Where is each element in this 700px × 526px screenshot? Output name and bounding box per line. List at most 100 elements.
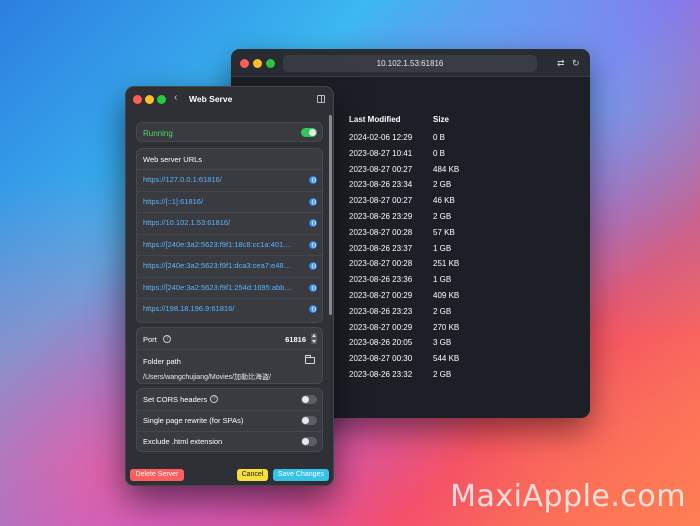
size-cell: 2 GB bbox=[433, 306, 452, 316]
panel-footer: Delete Server Cancel Save Changes bbox=[126, 463, 333, 485]
back-chevron-icon[interactable]: ‹ bbox=[174, 92, 177, 103]
size-cell: 1 GB bbox=[433, 243, 452, 253]
size-cell: 1 GB bbox=[433, 275, 452, 285]
size-cell: 3 GB bbox=[433, 338, 452, 348]
browser-toolbar: 10.102.1.53:61816 ⇄ ↻ bbox=[231, 49, 590, 77]
choose-folder-icon[interactable] bbox=[305, 355, 315, 364]
zoom-panel-button[interactable] bbox=[157, 95, 166, 104]
modified-cell: 2023-08-26 20:05 bbox=[349, 338, 413, 348]
url-list-item[interactable]: https://[240e:3a2:5623:f9f1:dca3:cea7:e4… bbox=[137, 255, 322, 276]
option-toggle[interactable] bbox=[301, 395, 317, 404]
close-panel-button[interactable] bbox=[133, 95, 142, 104]
web-serve-panel: ‹ Web Serve Running Web server URLs http… bbox=[125, 86, 334, 486]
size-cell: 46 KB bbox=[433, 196, 455, 206]
url-list-item[interactable]: https://10.102.1.53:61816/ bbox=[137, 212, 322, 233]
size-cell: 270 KB bbox=[433, 322, 460, 332]
running-status-card: Running bbox=[136, 122, 323, 142]
cancel-button[interactable]: Cancel bbox=[237, 469, 268, 481]
url-list-item[interactable]: https://[::1]:61816/ bbox=[137, 190, 322, 212]
folder-path-value: /Users/wangchujiang/Movies/加勒比海盗/ bbox=[143, 374, 271, 381]
modified-cell: 2023-08-27 00:28 bbox=[349, 227, 413, 237]
option-label: Single page rewrite (for SPAs) bbox=[143, 416, 244, 425]
minimize-window-button[interactable] bbox=[253, 59, 262, 68]
minimize-panel-button[interactable] bbox=[145, 95, 154, 104]
web-server-urls-card: Web server URLs https://127.0.0.1:61816/… bbox=[136, 148, 323, 323]
size-cell: 0 B bbox=[433, 148, 446, 158]
size-cell: 57 KB bbox=[433, 227, 455, 237]
size-cell: 484 KB bbox=[433, 164, 460, 174]
server-url-link[interactable]: https://127.0.0.1:61816/ bbox=[143, 175, 307, 184]
sidebar-toggle-icon[interactable] bbox=[317, 95, 325, 103]
column-header-last-modified[interactable]: Last Modified bbox=[349, 115, 401, 124]
server-url-link[interactable]: https://10.102.1.53:61816/ bbox=[143, 218, 307, 227]
modified-cell: 2024-02-06 12:29 bbox=[349, 133, 413, 142]
panel-title: Web Serve bbox=[189, 94, 233, 104]
open-in-browser-icon[interactable] bbox=[309, 305, 317, 313]
option-row: Set CORS headers? bbox=[137, 389, 322, 410]
panel-title-bar: ‹ Web Serve bbox=[126, 87, 333, 111]
modified-cell: 2023-08-27 00:30 bbox=[349, 354, 413, 364]
open-in-browser-icon[interactable] bbox=[309, 262, 317, 270]
modified-cell: 2023-08-26 23:29 bbox=[349, 212, 413, 221]
translate-icon[interactable]: ⇄ bbox=[557, 57, 565, 69]
server-url-link[interactable]: https://[::1]:61816/ bbox=[143, 197, 307, 206]
size-cell: 251 KB bbox=[433, 259, 460, 269]
modified-cell: 2023-08-27 00:29 bbox=[349, 291, 413, 300]
server-url-link[interactable]: https://[240e:3a2:5623:f9f1:18c8:cc1a:40… bbox=[143, 240, 307, 249]
size-cell: 0 B bbox=[433, 133, 446, 142]
size-cell: 2 GB bbox=[433, 212, 452, 221]
zoom-window-button[interactable] bbox=[266, 59, 275, 68]
panel-scrollbar[interactable] bbox=[329, 115, 332, 315]
running-status-label: Running bbox=[143, 129, 173, 138]
site-watermark: MaxiApple.com bbox=[450, 479, 686, 514]
modified-cell: 2023-08-26 23:36 bbox=[349, 275, 413, 285]
running-toggle[interactable] bbox=[301, 128, 317, 137]
port-label: Port bbox=[143, 335, 157, 344]
save-changes-button[interactable]: Save Changes bbox=[273, 469, 329, 481]
modified-cell: 2023-08-26 23:23 bbox=[349, 306, 413, 316]
open-in-browser-icon[interactable] bbox=[309, 219, 317, 227]
column-header-size[interactable]: Size bbox=[433, 115, 449, 124]
reload-icon[interactable]: ↻ bbox=[572, 57, 580, 69]
address-bar[interactable]: 10.102.1.53:61816 bbox=[283, 55, 537, 72]
port-help-icon[interactable]: ? bbox=[163, 335, 171, 343]
delete-server-button[interactable]: Delete Server bbox=[130, 469, 184, 481]
size-cell: 544 KB bbox=[433, 354, 460, 364]
server-url-link[interactable]: https://[240e:3a2:5623:f9f1:254d:1695:ab… bbox=[143, 283, 307, 292]
modified-cell: 2023-08-27 00:29 bbox=[349, 322, 413, 332]
open-in-browser-icon[interactable] bbox=[309, 176, 317, 184]
modified-cell: 2023-08-26 23:37 bbox=[349, 243, 413, 253]
modified-cell: 2023-08-27 10:41 bbox=[349, 148, 413, 158]
cors-help-icon[interactable]: ? bbox=[210, 395, 218, 403]
port-stepper[interactable] bbox=[311, 333, 317, 344]
open-in-browser-icon[interactable] bbox=[309, 197, 317, 206]
server-url-link[interactable]: https://[240e:3a2:5623:f9f1:dca3:cea7:e4… bbox=[143, 261, 307, 270]
modified-cell: 2023-08-26 23:34 bbox=[349, 180, 413, 190]
url-list-item[interactable]: https://[240e:3a2:5623:f9f1:18c8:cc1a:40… bbox=[137, 233, 322, 255]
port-input[interactable]: 61816 bbox=[285, 335, 306, 344]
options-card: Set CORS headers? Single page rewrite (fo… bbox=[136, 388, 323, 452]
size-cell: 409 KB bbox=[433, 291, 460, 300]
url-list-item[interactable]: https://127.0.0.1:61816/ bbox=[137, 169, 322, 190]
size-cell: 2 GB bbox=[433, 180, 452, 190]
option-label: Set CORS headers bbox=[143, 395, 208, 404]
open-in-browser-icon[interactable] bbox=[309, 283, 317, 292]
url-list-item[interactable]: https://[240e:3a2:5623:f9f1:254d:1695:ab… bbox=[137, 276, 322, 298]
port-folder-card: Port ? 61816 Folder path /Users/wangchuj… bbox=[136, 327, 323, 384]
option-toggle[interactable] bbox=[301, 437, 317, 446]
option-row: Single page rewrite (for SPAs) bbox=[137, 410, 322, 431]
option-row: Exclude .html extension bbox=[137, 431, 322, 452]
close-window-button[interactable] bbox=[240, 59, 249, 68]
url-list-item[interactable]: https://198.18.196.9:61816/ bbox=[137, 298, 322, 319]
folder-path-label: Folder path bbox=[143, 357, 181, 366]
urls-section-label: Web server URLs bbox=[143, 155, 203, 164]
server-url-link[interactable]: https://198.18.196.9:61816/ bbox=[143, 304, 307, 313]
modified-cell: 2023-08-27 00:28 bbox=[349, 259, 413, 269]
size-cell: 2 GB bbox=[433, 370, 452, 379]
option-label: Exclude .html extension bbox=[143, 437, 223, 446]
open-in-browser-icon[interactable] bbox=[309, 240, 317, 249]
modified-cell: 2023-08-27 00:27 bbox=[349, 196, 413, 206]
option-toggle[interactable] bbox=[301, 416, 317, 425]
modified-cell: 2023-08-26 23:32 bbox=[349, 370, 413, 379]
modified-cell: 2023-08-27 00:27 bbox=[349, 164, 413, 174]
